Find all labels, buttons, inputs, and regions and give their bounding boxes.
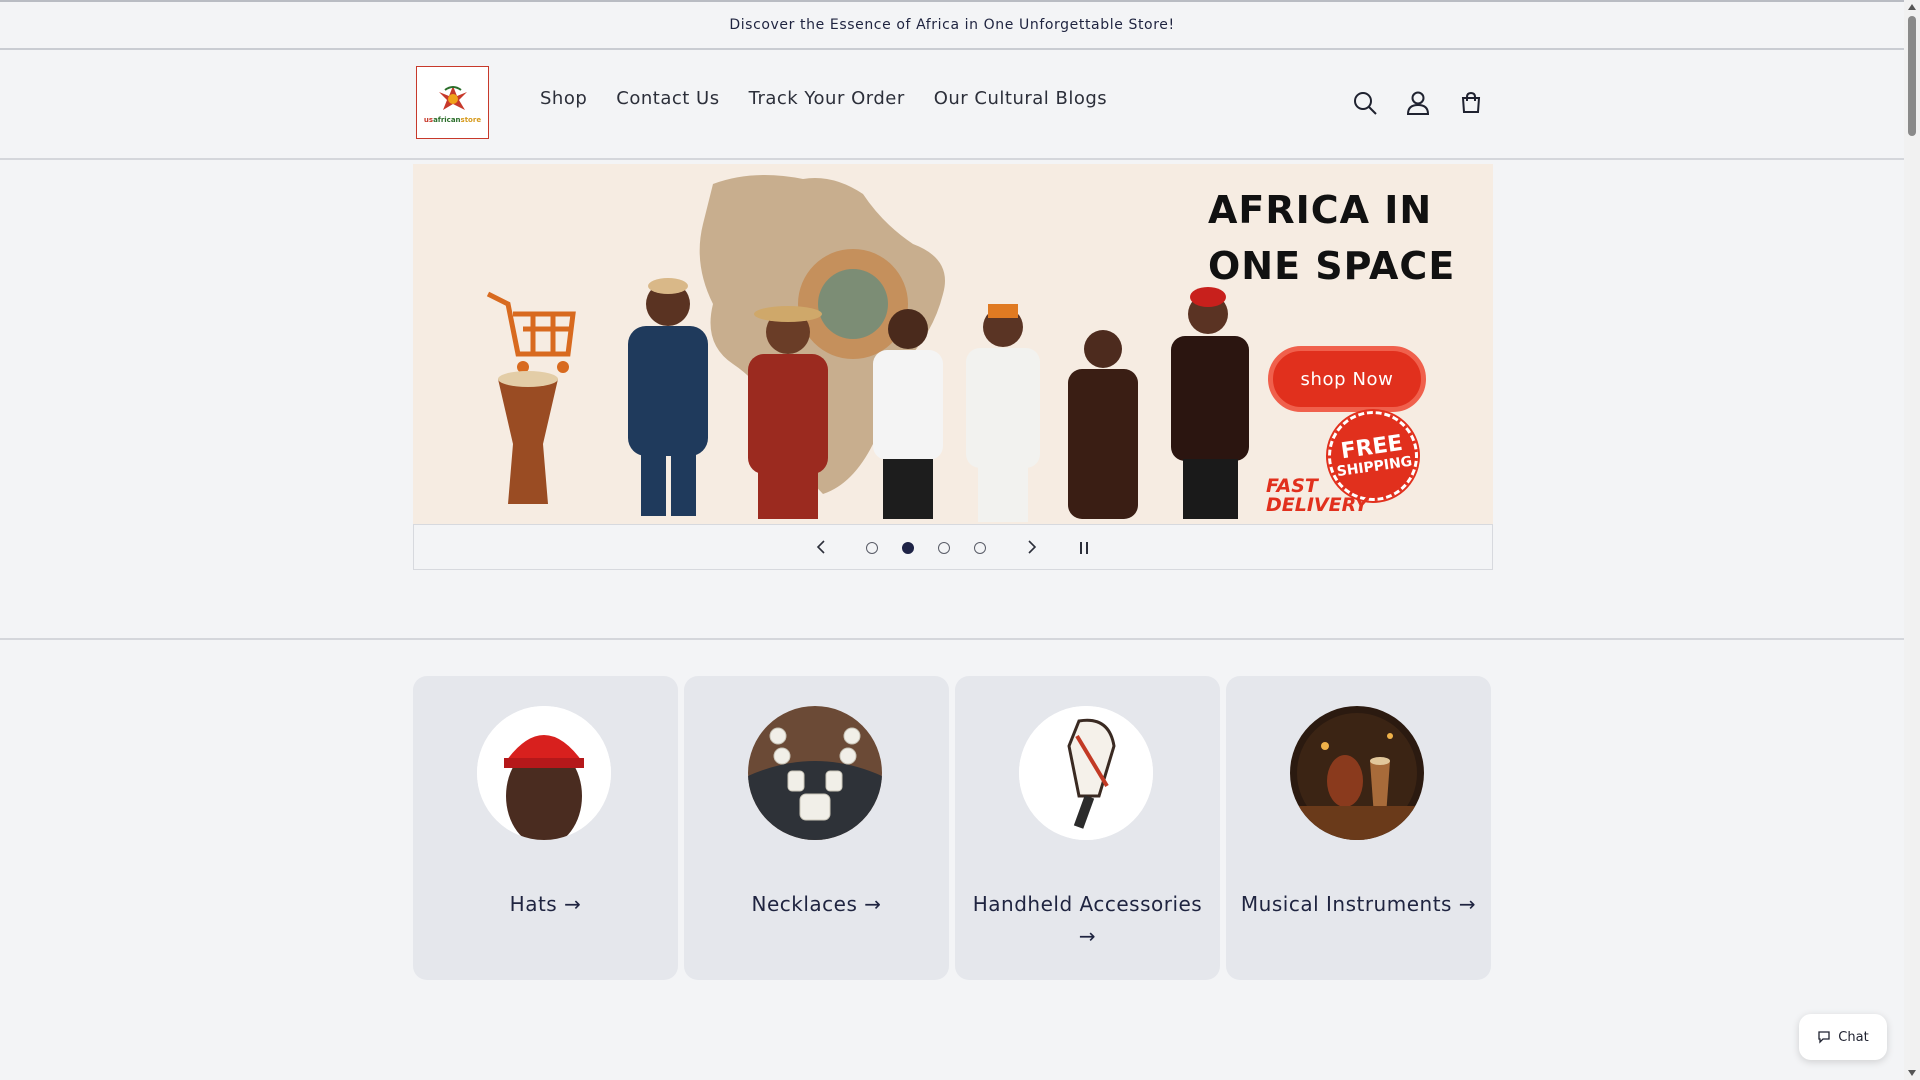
necklaces-image <box>748 706 882 840</box>
nav-contact-us[interactable]: Contact Us <box>616 88 719 109</box>
search-icon[interactable] <box>1350 88 1380 118</box>
scrollbar[interactable] <box>1904 0 1920 1080</box>
logo-text: usafricanstore <box>423 115 482 124</box>
main-nav: Shop Contact Us Track Your Order Our Cul… <box>540 88 1136 109</box>
announcement-text: Discover the Essence of Africa in One Un… <box>729 17 1175 33</box>
chevron-right-icon[interactable] <box>1022 537 1042 557</box>
category-label-necklaces[interactable]: Necklaces → <box>694 888 939 920</box>
category-card-necklaces[interactable]: Necklaces → <box>684 676 949 980</box>
site-header: usafricanstore Shop Contact Us Track You… <box>0 50 1904 160</box>
chat-bubble-icon <box>1818 1031 1830 1044</box>
hats-image <box>477 706 611 840</box>
category-grid: Hats → Necklaces → Handheld Accessories … <box>413 676 1493 982</box>
store-logo[interactable]: usafricanstore <box>416 66 489 139</box>
nav-track-order[interactable]: Track Your Order <box>749 88 905 109</box>
section-divider <box>0 638 1904 640</box>
category-card-musical-instruments[interactable]: Musical Instruments → <box>1226 676 1491 980</box>
fast-delivery-label: FAST DELIVERY <box>1266 475 1369 516</box>
scroll-up-icon[interactable] <box>1908 4 1916 10</box>
shop-now-button[interactable]: shop Now <box>1268 346 1426 412</box>
slide-dot-3[interactable] <box>938 542 950 554</box>
category-card-hats[interactable]: Hats → <box>413 676 678 980</box>
header-icons <box>1350 88 1509 118</box>
category-label-hats[interactable]: Hats → <box>423 888 668 920</box>
hero-banner: AFRICA IN ONE SPACE shop Now FREE SHIPPI… <box>413 164 1493 524</box>
musical-instruments-image <box>1290 706 1424 840</box>
logo-emblem-icon <box>438 85 467 110</box>
slide-dot-4[interactable] <box>974 542 986 554</box>
banner-title: AFRICA IN ONE SPACE <box>1208 188 1456 288</box>
nav-cultural-blogs[interactable]: Our Cultural Blogs <box>934 88 1107 109</box>
category-label-musical-instruments[interactable]: Musical Instruments → <box>1236 888 1481 920</box>
account-icon[interactable] <box>1403 88 1433 118</box>
slide-dot-2[interactable] <box>902 542 914 554</box>
slider-controls <box>413 524 1493 570</box>
chat-label: Chat <box>1838 1029 1869 1045</box>
handheld-accessories-image <box>1019 706 1153 840</box>
page: Discover the Essence of Africa in One Un… <box>0 0 1904 1080</box>
announcement-bar: Discover the Essence of Africa in One Un… <box>0 0 1904 50</box>
cart-icon[interactable] <box>1456 88 1486 118</box>
category-card-handheld-accessories[interactable]: Handheld Accessories → <box>955 676 1220 980</box>
nav-shop[interactable]: Shop <box>540 88 587 109</box>
category-label-handheld-accessories[interactable]: Handheld Accessories → <box>965 888 1210 952</box>
chevron-left-icon[interactable] <box>811 537 831 557</box>
chat-button[interactable]: Chat <box>1799 1014 1887 1060</box>
pause-icon[interactable] <box>1074 539 1094 557</box>
slide-dot-1[interactable] <box>866 542 878 554</box>
scroll-thumb[interactable] <box>1908 16 1916 136</box>
scroll-down-icon[interactable] <box>1908 1070 1916 1076</box>
